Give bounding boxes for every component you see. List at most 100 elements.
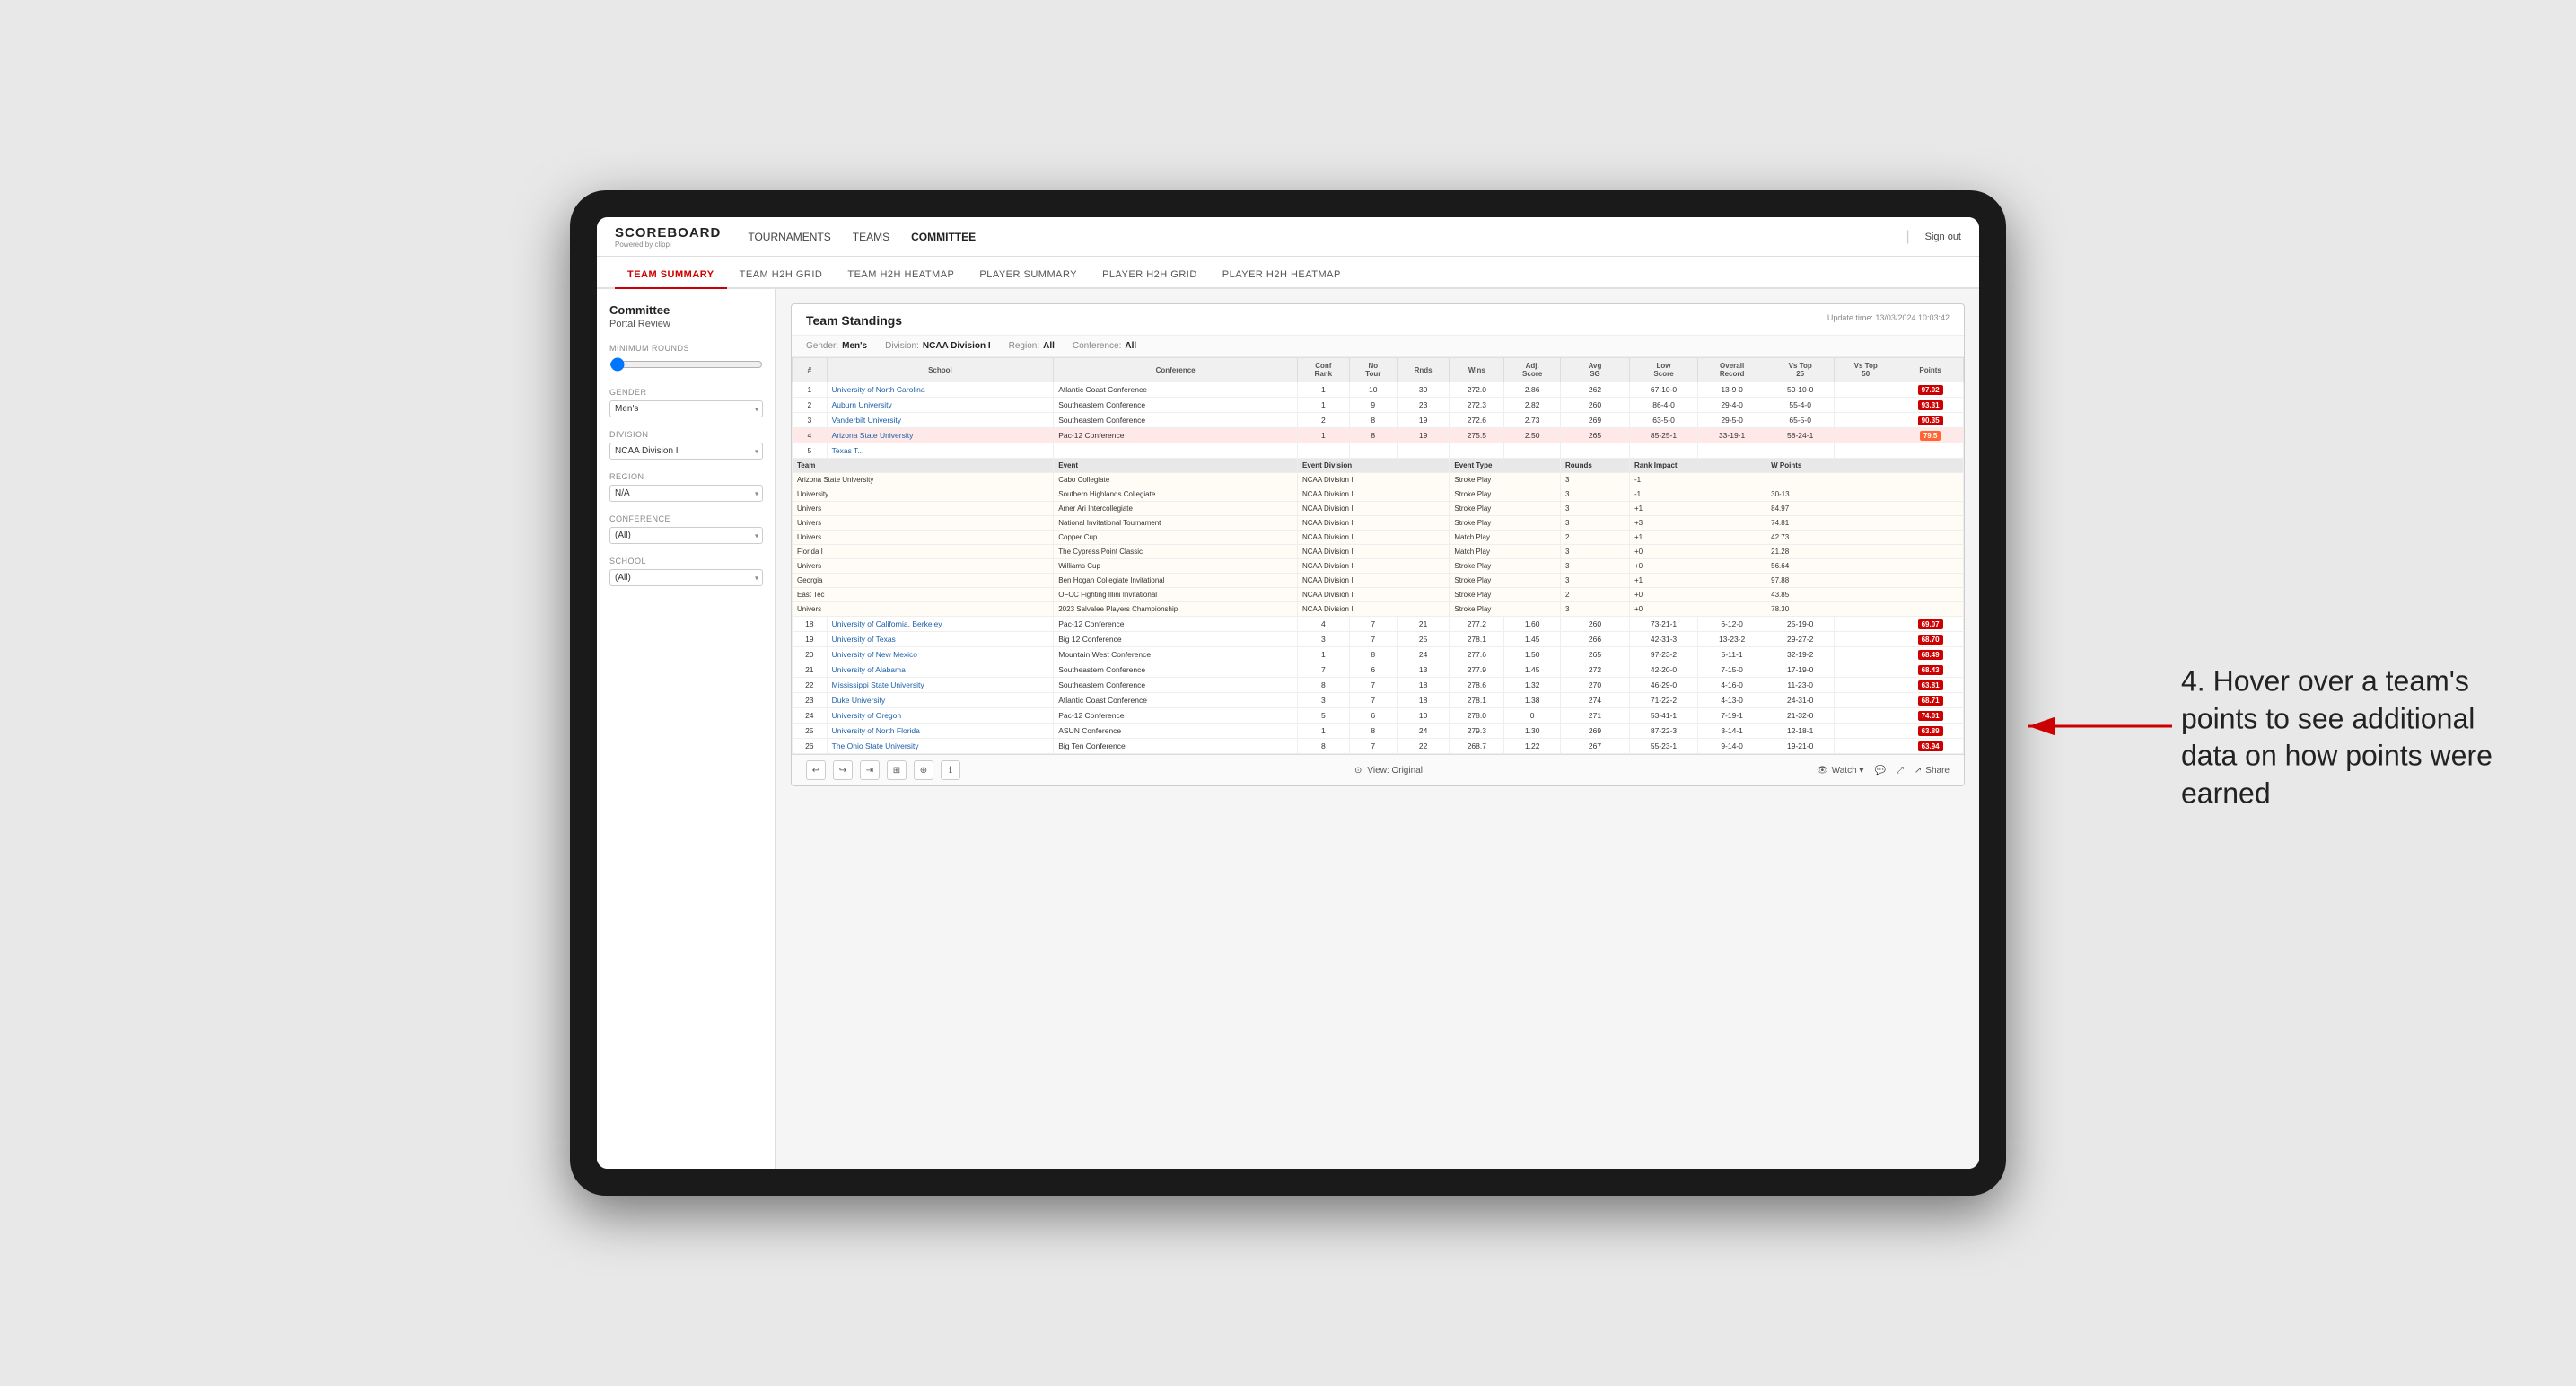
watch-label[interactable]: Watch ▾ — [1832, 766, 1864, 776]
table-row: 24 University of Oregon Pac-12 Conferenc… — [793, 708, 1964, 724]
tab-player-h2h-heatmap[interactable]: PLAYER H2H HEATMAP — [1210, 262, 1354, 289]
report-container: Team Standings Update time: 13/03/2024 1… — [791, 303, 1965, 786]
school-name-cell[interactable]: Vanderbilt University — [827, 413, 1054, 428]
min-rounds-slider[interactable] — [609, 356, 763, 373]
school-name-cell[interactable]: Texas T... — [827, 443, 1054, 459]
sidebar-conference-select[interactable]: (All) — [609, 527, 763, 544]
sidebar-gender: Gender Men's Women's — [609, 388, 763, 417]
tooltip-col-event-div: Event Division — [1297, 459, 1449, 473]
filter-conference-value: All — [1125, 341, 1136, 351]
vs-top50-cell — [1835, 413, 1897, 428]
sidebar-title: Committee — [609, 303, 763, 317]
view-label[interactable]: View: Original — [1367, 766, 1423, 776]
rnds-cell: 30 — [1397, 382, 1450, 398]
school-name-cell[interactable]: Arizona State University — [827, 428, 1054, 443]
points-cell[interactable]: 97.02 — [1897, 382, 1964, 398]
tooltip-team-cell: Arizona State University — [793, 473, 1054, 487]
app-logo: SCOREBOARD — [615, 225, 721, 241]
school-name-cell[interactable]: Auburn University — [827, 398, 1054, 413]
col-no-tour: NoTour — [1349, 358, 1397, 382]
toolbar-comment-btn[interactable]: 💬 — [1874, 766, 1885, 776]
expand-icon: ⤢ — [1897, 766, 1904, 776]
nav-teams[interactable]: TEAMS — [853, 229, 889, 245]
tab-player-summary[interactable]: PLAYER SUMMARY — [967, 262, 1090, 289]
tab-team-h2h-heatmap[interactable]: TEAM H2H HEATMAP — [835, 262, 967, 289]
redo-button[interactable]: ↪ — [833, 760, 853, 780]
report-header: Team Standings Update time: 13/03/2024 1… — [792, 304, 1964, 336]
conference-cell — [1054, 443, 1298, 459]
tab-team-h2h-grid[interactable]: TEAM H2H GRID — [727, 262, 836, 289]
points-cell[interactable]: 90.35 — [1897, 413, 1964, 428]
annotation-content: 4. Hover over a team's points to see add… — [2181, 665, 2493, 810]
rnds-cell: 23 — [1397, 398, 1450, 413]
sign-out-button[interactable]: Sign out — [1914, 232, 1961, 242]
paste-button[interactable]: ⊕ — [914, 760, 933, 780]
filter-division: Division: NCAA Division I — [885, 341, 991, 351]
filter-row: Gender: Men's Division: NCAA Division I … — [792, 336, 1964, 357]
share-label[interactable]: Share — [1925, 766, 1950, 776]
points-badge[interactable]: 97.02 — [1918, 385, 1943, 395]
points-badge[interactable]: 93.31 — [1918, 400, 1943, 410]
wins-cell: 272.0 — [1450, 382, 1504, 398]
table-row: 21 University of Alabama Southeastern Co… — [793, 662, 1964, 678]
vs-top50-cell — [1835, 382, 1897, 398]
adj-score-cell: 2.73 — [1504, 413, 1561, 428]
toolbar-btn-3[interactable]: ⇥ — [860, 760, 880, 780]
avg-sg-cell: 260 — [1561, 398, 1630, 413]
adj-score-cell: 2.86 — [1504, 382, 1561, 398]
toolbar-expand-btn[interactable]: ⤢ — [1897, 766, 1904, 776]
watch-icon: 👁 — [1817, 766, 1828, 776]
watch-button[interactable]: 👁 Watch ▾ — [1817, 766, 1863, 776]
conference-cell: Southeastern Conference — [1054, 398, 1298, 413]
nav-tournaments[interactable]: TOURNAMENTS — [748, 229, 830, 245]
avg-sg-cell: 265 — [1561, 428, 1630, 443]
tooltip-data-row: Univers Amer Ari Intercollegiate NCAA Di… — [793, 502, 1964, 516]
sub-nav: TEAM SUMMARY TEAM H2H GRID TEAM H2H HEAT… — [597, 257, 1979, 289]
sidebar-division: Division NCAA Division I NCAA Division I… — [609, 430, 763, 460]
filter-gender-value: Men's — [842, 341, 867, 351]
school-name-cell[interactable]: University of North Carolina — [827, 382, 1054, 398]
tooltip-rank-impact-cell: -1 — [1629, 473, 1766, 487]
filter-region-label: Region: — [1009, 341, 1039, 351]
sidebar-gender-select[interactable]: Men's Women's — [609, 400, 763, 417]
tooltip-event-cell: Cabo Collegiate — [1054, 473, 1298, 487]
conf-rank-cell: 2 — [1297, 413, 1349, 428]
vs-top50-cell — [1835, 428, 1897, 443]
sidebar-school-select[interactable]: (All) — [609, 569, 763, 586]
nav-committee[interactable]: COMMITTEE — [911, 229, 976, 245]
copy-button[interactable]: ⊞ — [887, 760, 907, 780]
rank-cell: 4 — [793, 428, 828, 443]
sidebar-region-label: Region — [609, 472, 763, 481]
sidebar-conference-label: Conference — [609, 514, 763, 523]
tablet-frame: SCOREBOARD Powered by clippi TOURNAMENTS… — [570, 190, 2006, 1196]
tooltip-event-div-cell: NCAA Division I — [1297, 473, 1449, 487]
toolbar-right: 👁 Watch ▾ 💬 ⤢ ↗ Share — [1817, 766, 1950, 776]
share-button[interactable]: ↗ Share — [1914, 766, 1950, 776]
points-badge-hover[interactable]: 79.5 — [1920, 431, 1941, 441]
avg-sg-cell: 269 — [1561, 413, 1630, 428]
points-badge[interactable]: 90.35 — [1918, 416, 1943, 425]
sidebar-gender-select-wrapper: Men's Women's — [609, 400, 763, 417]
points-cell[interactable]: 79.5 — [1897, 428, 1964, 443]
col-rank: # — [793, 358, 828, 382]
undo-button[interactable]: ↩ — [806, 760, 826, 780]
avg-sg-cell: 262 — [1561, 382, 1630, 398]
table-row: 2 Auburn University Southeastern Confere… — [793, 398, 1964, 413]
filter-region-value: All — [1043, 341, 1055, 351]
toolbar-left: ↩ ↪ ⇥ ⊞ ⊕ ℹ — [806, 760, 960, 780]
tab-player-h2h-grid[interactable]: PLAYER H2H GRID — [1090, 262, 1210, 289]
tooltip-col-team: Team — [793, 459, 1054, 473]
sidebar-division-select[interactable]: NCAA Division I NCAA Division II NCAA Di… — [609, 443, 763, 460]
no-tour-cell: 10 — [1349, 382, 1397, 398]
col-avg-sg: AvgSG — [1561, 358, 1630, 382]
tab-team-summary[interactable]: TEAM SUMMARY — [615, 262, 727, 289]
wins-cell: 275.5 — [1450, 428, 1504, 443]
sidebar-region-select[interactable]: N/A — [609, 485, 763, 502]
info-button[interactable]: ℹ — [941, 760, 960, 780]
low-score-cell: 86-4-0 — [1629, 398, 1697, 413]
points-cell[interactable]: 93.31 — [1897, 398, 1964, 413]
logo-area: SCOREBOARD Powered by clippi — [615, 225, 721, 249]
sidebar-division-label: Division — [609, 430, 763, 439]
tooltip-data-row: Florida I The Cypress Point Classic NCAA… — [793, 545, 1964, 559]
filter-region: Region: All — [1009, 341, 1055, 351]
